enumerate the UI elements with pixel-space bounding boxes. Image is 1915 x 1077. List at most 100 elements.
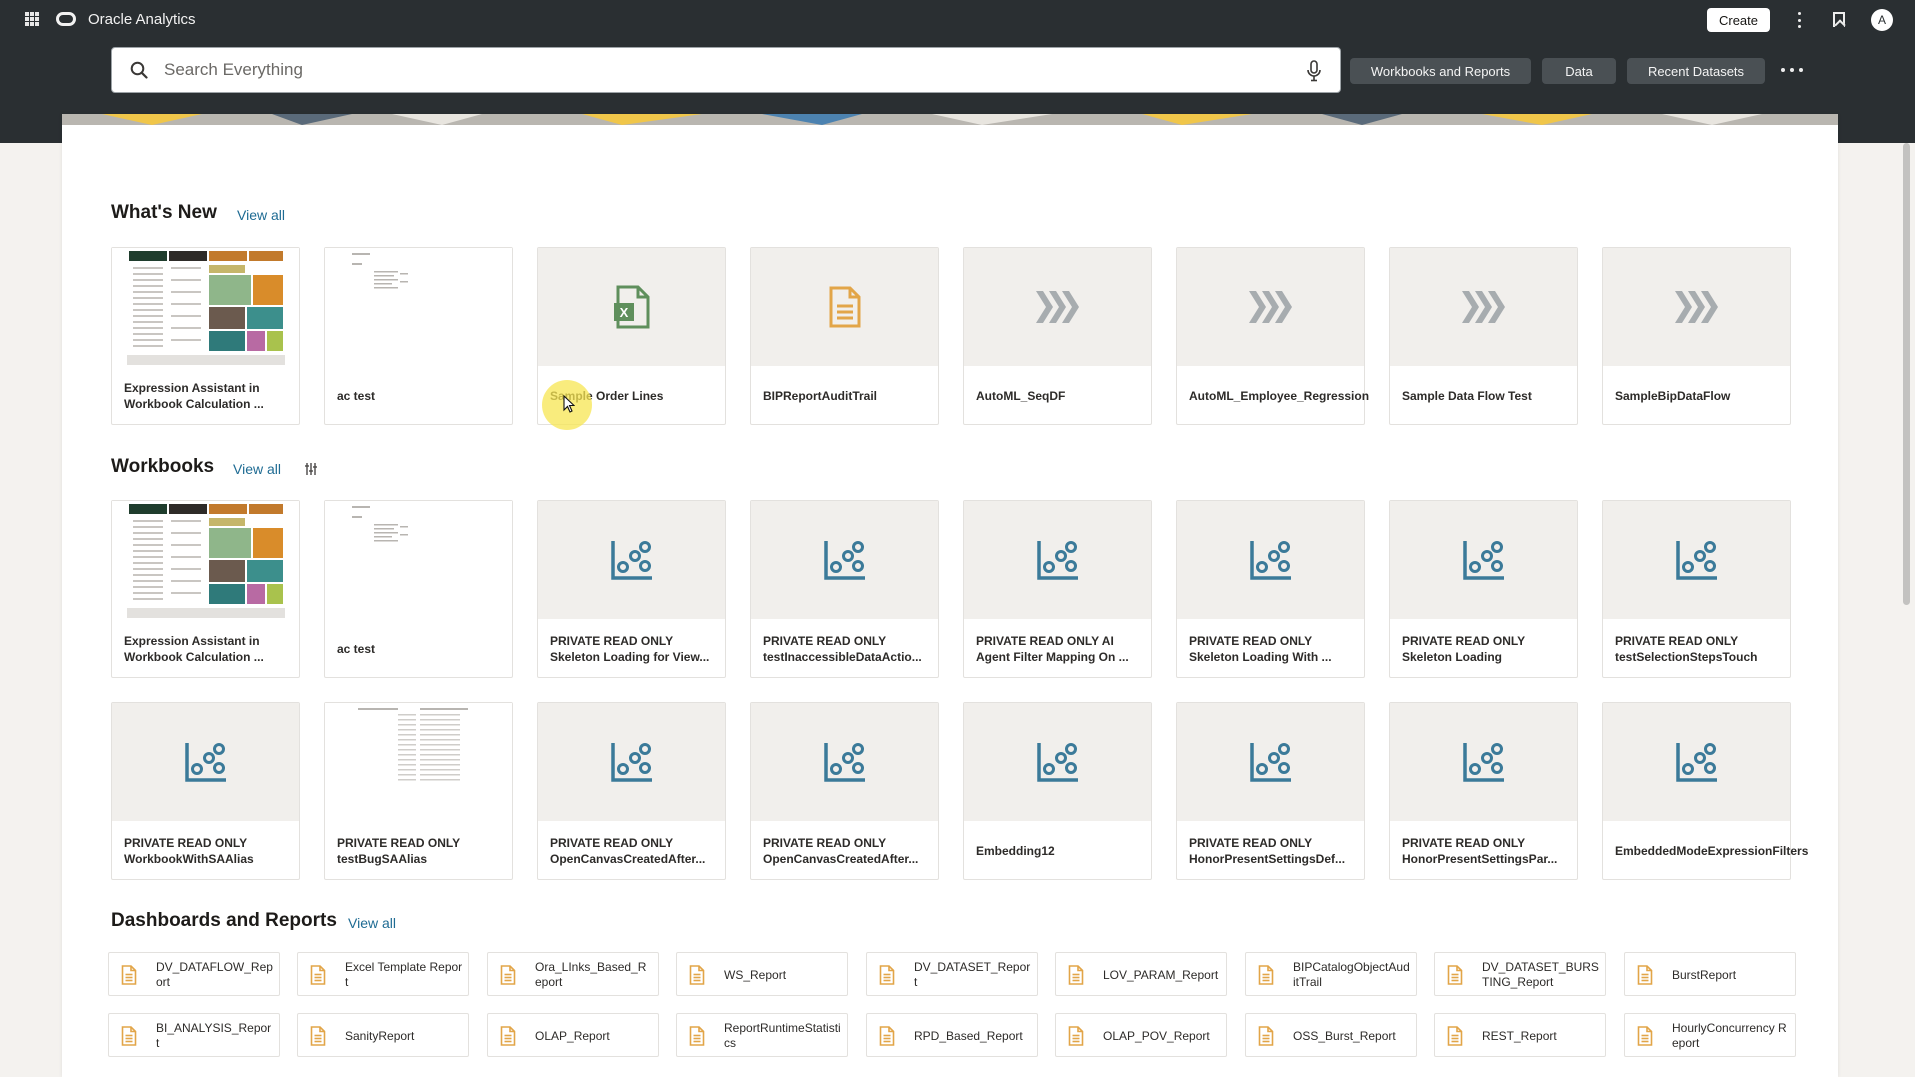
report-item[interactable]: DV_DATASET_BURSTING_Report	[1434, 952, 1606, 996]
whats-new-card[interactable]: Sample Data Flow Test	[1389, 247, 1578, 425]
workbooks-view-all-link[interactable]: View all	[233, 461, 281, 477]
workbook-card[interactable]: Expression Assistant in Workbook Calcula…	[111, 500, 300, 678]
filter-workbooks-reports[interactable]: Workbooks and Reports	[1350, 58, 1531, 84]
workbook-card-label: PRIVATE READ ONLY AI Agent Filter Mappin…	[976, 634, 1129, 664]
report-item[interactable]: OSS_Burst_Report	[1245, 1013, 1417, 1057]
workbook-card-label: PRIVATE READ ONLY testSelectionStepsTouc…	[1615, 634, 1758, 664]
report-item[interactable]: OLAP_POV_Report	[1055, 1013, 1227, 1057]
workbook-card-label: PRIVATE READ ONLY HonorPresentSettingsPa…	[1402, 836, 1558, 866]
whats-new-card-thumbnail	[1177, 248, 1364, 366]
report-item-label: BI_ANALYSIS_Report	[156, 1021, 272, 1050]
workbook-preview-image	[126, 249, 285, 365]
workbook-card-thumbnail	[1390, 501, 1577, 619]
workbook-chart-icon	[1249, 541, 1291, 580]
more-options-icon[interactable]	[1795, 10, 1803, 30]
report-item[interactable]: OLAP_Report	[487, 1013, 659, 1057]
whats-new-card[interactable]: Expression Assistant in Workbook Calcula…	[111, 247, 300, 425]
dataflow-icon	[1248, 291, 1292, 323]
more-filters-icon[interactable]	[1781, 66, 1803, 74]
report-document-icon	[310, 965, 326, 985]
report-item[interactable]: REST_Report	[1434, 1013, 1606, 1057]
filter-recent-datasets[interactable]: Recent Datasets	[1627, 58, 1765, 84]
report-item[interactable]: DV_DATASET_Report	[866, 952, 1038, 996]
workbook-card-label: PRIVATE READ ONLY Skeleton Loading With …	[1189, 634, 1332, 664]
report-document-icon	[879, 965, 895, 985]
filter-data[interactable]: Data	[1542, 58, 1616, 84]
whats-new-card-label: Expression Assistant in Workbook Calcula…	[124, 381, 264, 411]
report-item[interactable]: Excel Template Report	[297, 952, 469, 996]
workbook-card[interactable]: PRIVATE READ ONLY WorkbookWithSAAlias	[111, 702, 300, 880]
workbook-card[interactable]: ac test	[324, 500, 513, 678]
svg-text:X: X	[619, 305, 628, 320]
workbook-card[interactable]: PRIVATE READ ONLY OpenCanvasCreatedAfter…	[537, 702, 726, 880]
report-document-icon	[689, 1026, 705, 1046]
whats-new-card[interactable]: ac test	[324, 247, 513, 425]
report-item[interactable]: LOV_PARAM_Report	[1055, 952, 1227, 996]
workbook-card[interactable]: PRIVATE READ ONLY testBugSAAlias	[324, 702, 513, 880]
whats-new-card[interactable]: SampleBipDataFlow	[1602, 247, 1791, 425]
report-document-icon	[689, 965, 705, 985]
workbook-card-label: PRIVATE READ ONLY HonorPresentSettingsDe…	[1189, 836, 1346, 866]
workbook-card[interactable]: PRIVATE READ ONLY HonorPresentSettingsPa…	[1389, 702, 1578, 880]
workbook-chart-icon	[184, 743, 226, 782]
workbook-card[interactable]: PRIVATE READ ONLY Skeleton Loading for V…	[537, 500, 726, 678]
report-item-label: SanityReport	[345, 1028, 415, 1043]
workbook-card[interactable]: PRIVATE READ ONLY AI Agent Filter Mappin…	[963, 500, 1152, 678]
workbook-card[interactable]: PRIVATE READ ONLY Skeleton Loading With …	[1176, 500, 1365, 678]
whats-new-card[interactable]: BIPReportAuditTrail	[750, 247, 939, 425]
workbook-chart-icon	[1249, 743, 1291, 782]
dashboards-title: Dashboards and Reports	[111, 910, 337, 931]
whats-new-card-label: SampleBipDataFlow	[1615, 389, 1731, 403]
workbook-card-thumbnail	[751, 501, 938, 619]
report-item-label: OLAP_Report	[535, 1028, 610, 1043]
excel-file-icon: X	[613, 285, 649, 329]
workbook-card[interactable]: PRIVATE READ ONLY testInaccessibleDataAc…	[750, 500, 939, 678]
apps-grid-icon[interactable]	[25, 12, 39, 26]
workbook-card-thumbnail	[538, 703, 725, 821]
workbook-card-thumbnail	[325, 703, 512, 821]
report-item-label: DV_DATASET_Report	[914, 960, 1031, 989]
whats-new-card-thumbnail	[751, 248, 938, 366]
report-item[interactable]: ReportRuntimeStatistics	[676, 1013, 848, 1057]
report-document-icon	[1637, 965, 1653, 985]
microphone-icon[interactable]	[1306, 60, 1322, 82]
workbook-chart-icon	[1036, 541, 1078, 580]
workbook-card-thumbnail	[1177, 703, 1364, 821]
search-input[interactable]	[164, 54, 1264, 86]
workbook-card[interactable]: Embedding12	[963, 702, 1152, 880]
report-item[interactable]: Ora_LInks_Based_Report	[487, 952, 659, 996]
scrollbar-thumb[interactable]	[1903, 143, 1910, 605]
whats-new-view-all-link[interactable]: View all	[237, 207, 285, 223]
report-item[interactable]: BIPCatalogObjectAuditTrail	[1245, 952, 1417, 996]
report-item[interactable]: BI_ANALYSIS_Report	[108, 1013, 280, 1057]
workbook-card[interactable]: PRIVATE READ ONLY testSelectionStepsTouc…	[1602, 500, 1791, 678]
report-item-label: DV_DATASET_BURSTING_Report	[1482, 960, 1599, 989]
workbook-card-label: PRIVATE READ ONLY testBugSAAlias	[337, 836, 460, 866]
report-item[interactable]: SanityReport	[297, 1013, 469, 1057]
whats-new-card[interactable]: AutoML_Employee_Regression	[1176, 247, 1369, 425]
report-item-label: WS_Report	[724, 967, 787, 982]
workbook-card[interactable]: EmbeddedModeExpressionFilters	[1602, 702, 1808, 880]
workbook-chart-icon	[610, 743, 652, 782]
workbook-card[interactable]: PRIVATE READ ONLY OpenCanvasCreatedAfter…	[750, 702, 939, 880]
report-item[interactable]: RPD_Based_Report	[866, 1013, 1038, 1057]
dashboards-view-all-link[interactable]: View all	[348, 915, 396, 931]
workbook-card[interactable]: PRIVATE READ ONLY Skeleton Loading	[1389, 500, 1578, 678]
report-document-icon	[829, 286, 860, 328]
avatar[interactable]: A	[1871, 9, 1893, 31]
workbook-card-thumbnail	[1603, 703, 1790, 821]
report-item[interactable]: DV_DATAFLOW_Report	[108, 952, 280, 996]
report-document-icon	[1068, 1026, 1084, 1046]
report-item[interactable]: HourlyConcurrency Report	[1624, 1013, 1796, 1057]
bookmark-icon[interactable]	[1833, 12, 1845, 27]
workbook-card[interactable]: PRIVATE READ ONLY HonorPresentSettingsDe…	[1176, 702, 1365, 880]
whats-new-card[interactable]: AutoML_SeqDF	[963, 247, 1152, 425]
sketch-preview-image	[339, 249, 498, 365]
create-button[interactable]: Create	[1707, 8, 1770, 32]
workbook-chart-icon	[1462, 541, 1504, 580]
sort-options-icon[interactable]	[304, 462, 318, 476]
report-item[interactable]: WS_Report	[676, 952, 848, 996]
whats-new-card-label: BIPReportAuditTrail	[763, 389, 878, 403]
whats-new-card-thumbnail	[1390, 248, 1577, 366]
report-item[interactable]: BurstReport	[1624, 952, 1796, 996]
